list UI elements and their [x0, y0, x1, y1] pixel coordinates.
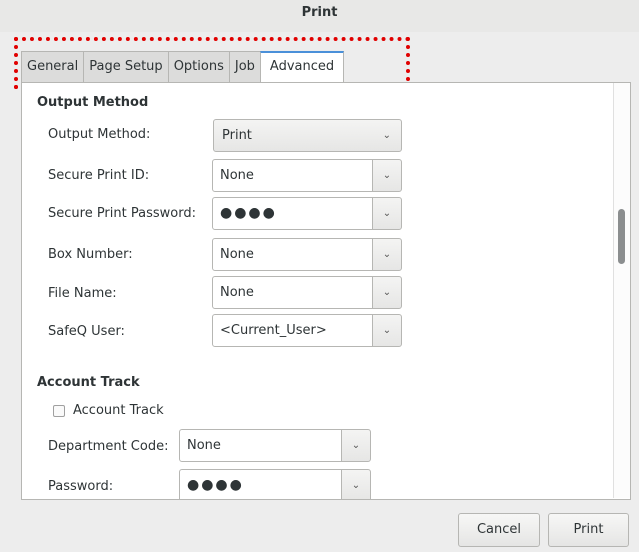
secure-print-id-label: Secure Print ID:: [48, 168, 150, 183]
output-method-label: Output Method:: [48, 127, 151, 142]
chevron-down-icon: ⌄: [382, 287, 392, 298]
advanced-panel: Output Method Output Method: Print ⌄ Sec…: [21, 82, 631, 500]
chevron-down-icon: ⌄: [382, 170, 392, 181]
secure-print-password-label: Secure Print Password:: [48, 206, 196, 221]
vertical-scrollbar[interactable]: [613, 83, 630, 498]
tab-general[interactable]: General: [21, 51, 84, 83]
output-method-value: Print: [222, 128, 252, 143]
file-name-label: File Name:: [48, 286, 117, 301]
chevron-down-icon: ⌄: [382, 249, 392, 260]
account-track-checkbox-label: Account Track: [73, 403, 164, 418]
tab-page-setup[interactable]: Page Setup: [83, 51, 168, 83]
password-label: Password:: [48, 479, 114, 494]
safeq-user-input[interactable]: <Current_User>: [212, 314, 373, 347]
chevron-down-icon: ⌄: [382, 130, 391, 141]
secure-print-id-dropdown-button[interactable]: ⌄: [372, 159, 402, 192]
output-method-section-title: Output Method: [37, 95, 149, 110]
secure-print-password-input[interactable]: ●●●●: [212, 197, 373, 230]
department-code-dropdown-button[interactable]: ⌄: [341, 429, 371, 462]
tab-job[interactable]: Job: [228, 51, 260, 83]
box-number-input[interactable]: None: [212, 238, 373, 271]
chevron-down-icon: ⌄: [382, 325, 392, 336]
tab-bar: General Page Setup Options Job Advanced: [21, 51, 345, 84]
chevron-down-icon: ⌄: [351, 440, 361, 451]
secure-print-password-dropdown-button[interactable]: ⌄: [372, 197, 402, 230]
safeq-user-label: SafeQ User:: [48, 324, 125, 339]
tab-options[interactable]: Options: [167, 51, 229, 83]
print-button[interactable]: Print: [548, 513, 629, 547]
box-number-dropdown-button[interactable]: ⌄: [372, 238, 402, 271]
chevron-down-icon: ⌄: [382, 208, 392, 219]
file-name-dropdown-button[interactable]: ⌄: [372, 276, 402, 309]
scrollbar-thumb[interactable]: [618, 209, 625, 264]
account-track-checkbox[interactable]: [53, 405, 65, 417]
password-input[interactable]: ●●●●: [179, 469, 342, 499]
chevron-down-icon: ⌄: [351, 480, 361, 491]
output-method-select[interactable]: Print ⌄: [213, 119, 402, 152]
account-track-section-title: Account Track: [37, 375, 140, 390]
department-code-input[interactable]: None: [179, 429, 342, 462]
safeq-user-dropdown-button[interactable]: ⌄: [372, 314, 402, 347]
department-code-label: Department Code:: [48, 439, 169, 454]
tab-advanced[interactable]: Advanced: [259, 51, 345, 84]
secure-print-id-input[interactable]: None: [212, 159, 373, 192]
cancel-button[interactable]: Cancel: [458, 513, 540, 547]
box-number-label: Box Number:: [48, 247, 133, 262]
password-dropdown-button[interactable]: ⌄: [341, 469, 371, 499]
file-name-input[interactable]: None: [212, 276, 373, 309]
window-title: Print: [0, 0, 639, 32]
